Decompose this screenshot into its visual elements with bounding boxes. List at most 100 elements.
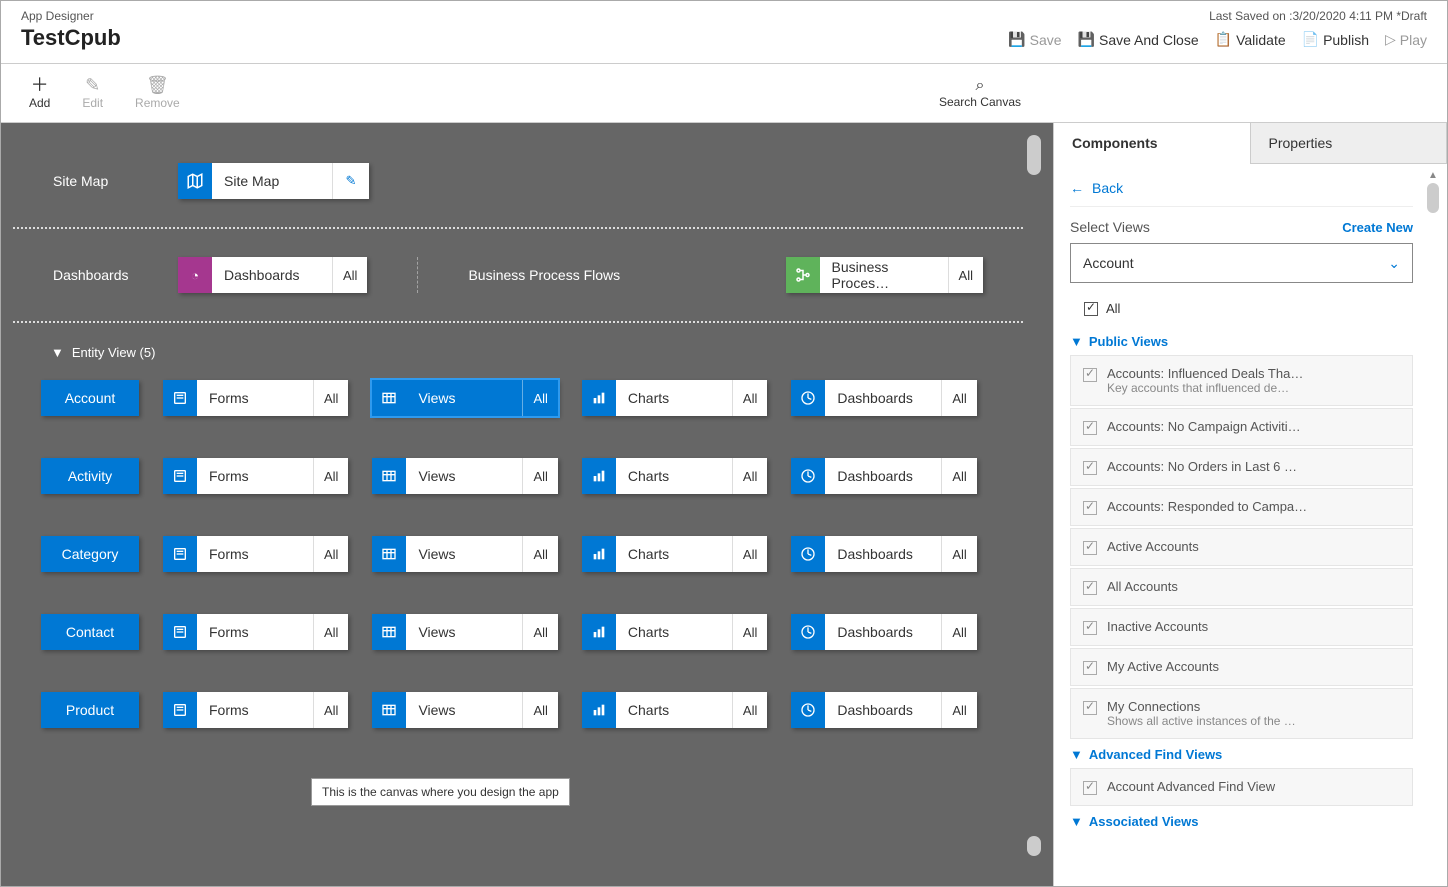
edit-button[interactable]: ✎Edit — [66, 72, 119, 114]
bpf-tile[interactable]: Business Proces… All — [786, 257, 983, 293]
checkbox-icon[interactable] — [1083, 368, 1097, 382]
validate-button[interactable]: 📋Validate — [1215, 31, 1286, 48]
header-bar: App Designer TestCpub Last Saved on :3/2… — [1, 1, 1447, 64]
asset-tile-views[interactable]: Views All — [372, 380, 557, 416]
view-item[interactable]: Active Accounts — [1070, 528, 1413, 566]
caret-down-icon: ▼ — [1070, 814, 1083, 829]
publish-button[interactable]: 📄Publish — [1302, 31, 1369, 48]
publish-icon: 📄 — [1302, 31, 1319, 48]
dashboards-icon — [791, 536, 825, 572]
asset-tile-views[interactable]: Views All — [372, 614, 557, 650]
dashboards-icon — [791, 380, 825, 416]
canvas-scrollbar-bottom[interactable] — [1027, 836, 1041, 856]
checkbox-icon[interactable] — [1083, 581, 1097, 595]
caret-up-icon: ▲ — [1428, 170, 1438, 181]
asset-tile-charts[interactable]: Charts All — [582, 614, 767, 650]
asset-tile-views[interactable]: Views All — [372, 692, 557, 728]
view-item[interactable]: My ConnectionsShows all active instances… — [1070, 688, 1413, 739]
entity-button[interactable]: Account — [41, 380, 139, 416]
associated-views-header[interactable]: ▼Associated Views — [1070, 808, 1413, 835]
asset-tile-views[interactable]: Views All — [372, 458, 557, 494]
trash-icon: 🗑 — [146, 76, 169, 94]
design-canvas[interactable]: Site Map Site Map ✎ Dashboards ◔ — [1, 123, 1053, 886]
dashboards-label: Dashboards — [53, 267, 148, 283]
asset-tile-views[interactable]: Views All — [372, 536, 557, 572]
checkbox-icon[interactable] — [1083, 661, 1097, 675]
gauge-icon: ◔ — [178, 257, 212, 293]
app-designer-label: App Designer — [21, 9, 121, 23]
view-item[interactable]: Inactive Accounts — [1070, 608, 1413, 646]
asset-tile-forms[interactable]: Forms All — [163, 692, 348, 728]
asset-tile-forms[interactable]: Forms All — [163, 536, 348, 572]
flow-icon — [786, 257, 820, 293]
entity-dropdown[interactable]: Account ⌄ — [1070, 243, 1413, 283]
search-icon: ⌕ — [975, 77, 984, 95]
checkbox-icon[interactable] — [1083, 541, 1097, 555]
public-views-header[interactable]: ▼Public Views — [1070, 328, 1413, 355]
forms-icon — [163, 614, 197, 650]
entity-view-header[interactable]: ▼ Entity View (5) — [13, 323, 1023, 360]
view-item[interactable]: My Active Accounts — [1070, 648, 1413, 686]
charts-icon — [582, 614, 616, 650]
advanced-find-views-header[interactable]: ▼Advanced Find Views — [1070, 741, 1413, 768]
validate-icon: 📋 — [1215, 31, 1232, 48]
checkbox-icon[interactable] — [1083, 621, 1097, 635]
view-item[interactable]: Accounts: No Campaign Activiti… — [1070, 408, 1413, 446]
canvas-tooltip: This is the canvas where you design the … — [311, 778, 570, 806]
entity-grid: Account Forms All Views All Charts All D… — [13, 360, 1023, 748]
all-checkbox[interactable]: ✓ All — [1070, 297, 1413, 328]
charts-icon — [582, 458, 616, 494]
entity-button[interactable]: Product — [41, 692, 139, 728]
checkbox-icon[interactable] — [1083, 781, 1097, 795]
checkbox-icon[interactable] — [1083, 421, 1097, 435]
asset-tile-dashboards[interactable]: Dashboards All — [791, 458, 976, 494]
view-item[interactable]: All Accounts — [1070, 568, 1413, 606]
views-icon — [372, 692, 406, 728]
dashboards-tile[interactable]: ◔ Dashboards All — [178, 257, 367, 293]
asset-tile-dashboards[interactable]: Dashboards All — [791, 614, 976, 650]
asset-tile-forms[interactable]: Forms All — [163, 458, 348, 494]
sitemap-tile[interactable]: Site Map ✎ — [178, 163, 369, 199]
entity-row: Activity Forms All Views All Charts All … — [41, 458, 1013, 494]
arrow-left-icon: ← — [1070, 180, 1084, 196]
play-button[interactable]: ▷Play — [1385, 31, 1427, 48]
right-panel: Components Properties ▲ ← Back Select Vi… — [1053, 123, 1447, 886]
asset-tile-forms[interactable]: Forms All — [163, 614, 348, 650]
asset-tile-dashboards[interactable]: Dashboards All — [791, 380, 976, 416]
view-item[interactable]: Account Advanced Find View — [1070, 768, 1413, 806]
checkbox-icon[interactable] — [1083, 701, 1097, 715]
entity-row: Product Forms All Views All Charts All D… — [41, 692, 1013, 728]
forms-icon — [163, 458, 197, 494]
asset-tile-dashboards[interactable]: Dashboards All — [791, 692, 976, 728]
asset-tile-forms[interactable]: Forms All — [163, 380, 348, 416]
tab-properties[interactable]: Properties — [1251, 123, 1448, 164]
asset-tile-charts[interactable]: Charts All — [582, 692, 767, 728]
view-item[interactable]: Accounts: Influenced Deals Tha…Key accou… — [1070, 355, 1413, 406]
map-icon — [178, 163, 212, 199]
view-item[interactable]: Accounts: No Orders in Last 6 … — [1070, 448, 1413, 486]
entity-button[interactable]: Category — [41, 536, 139, 572]
charts-icon — [582, 536, 616, 572]
entity-row: Account Forms All Views All Charts All D… — [41, 380, 1013, 416]
remove-button[interactable]: 🗑Remove — [119, 72, 196, 114]
checkbox-icon[interactable] — [1083, 501, 1097, 515]
tab-components[interactable]: Components — [1054, 123, 1251, 164]
view-item[interactable]: Accounts: Responded to Campa… — [1070, 488, 1413, 526]
entity-button[interactable]: Activity — [41, 458, 139, 494]
asset-tile-dashboards[interactable]: Dashboards All — [791, 536, 976, 572]
sitemap-edit-button[interactable]: ✎ — [333, 163, 369, 199]
entity-button[interactable]: Contact — [41, 614, 139, 650]
create-new-button[interactable]: Create New — [1342, 220, 1413, 235]
save-button[interactable]: 💾Save — [1008, 31, 1061, 48]
add-button[interactable]: ＋Add — [13, 72, 66, 114]
save-close-button[interactable]: 💾Save And Close — [1078, 31, 1199, 48]
asset-tile-charts[interactable]: Charts All — [582, 536, 767, 572]
asset-tile-charts[interactable]: Charts All — [582, 458, 767, 494]
canvas-scrollbar-top[interactable] — [1027, 135, 1041, 175]
asset-tile-charts[interactable]: Charts All — [582, 380, 767, 416]
checkbox-icon[interactable] — [1083, 461, 1097, 475]
panel-scrollbar[interactable]: ▲ — [1425, 170, 1441, 880]
search-canvas-button[interactable]: ⌕ Search Canvas — [915, 73, 1045, 113]
back-button[interactable]: ← Back — [1070, 176, 1413, 207]
caret-down-icon: ▼ — [1070, 747, 1083, 762]
